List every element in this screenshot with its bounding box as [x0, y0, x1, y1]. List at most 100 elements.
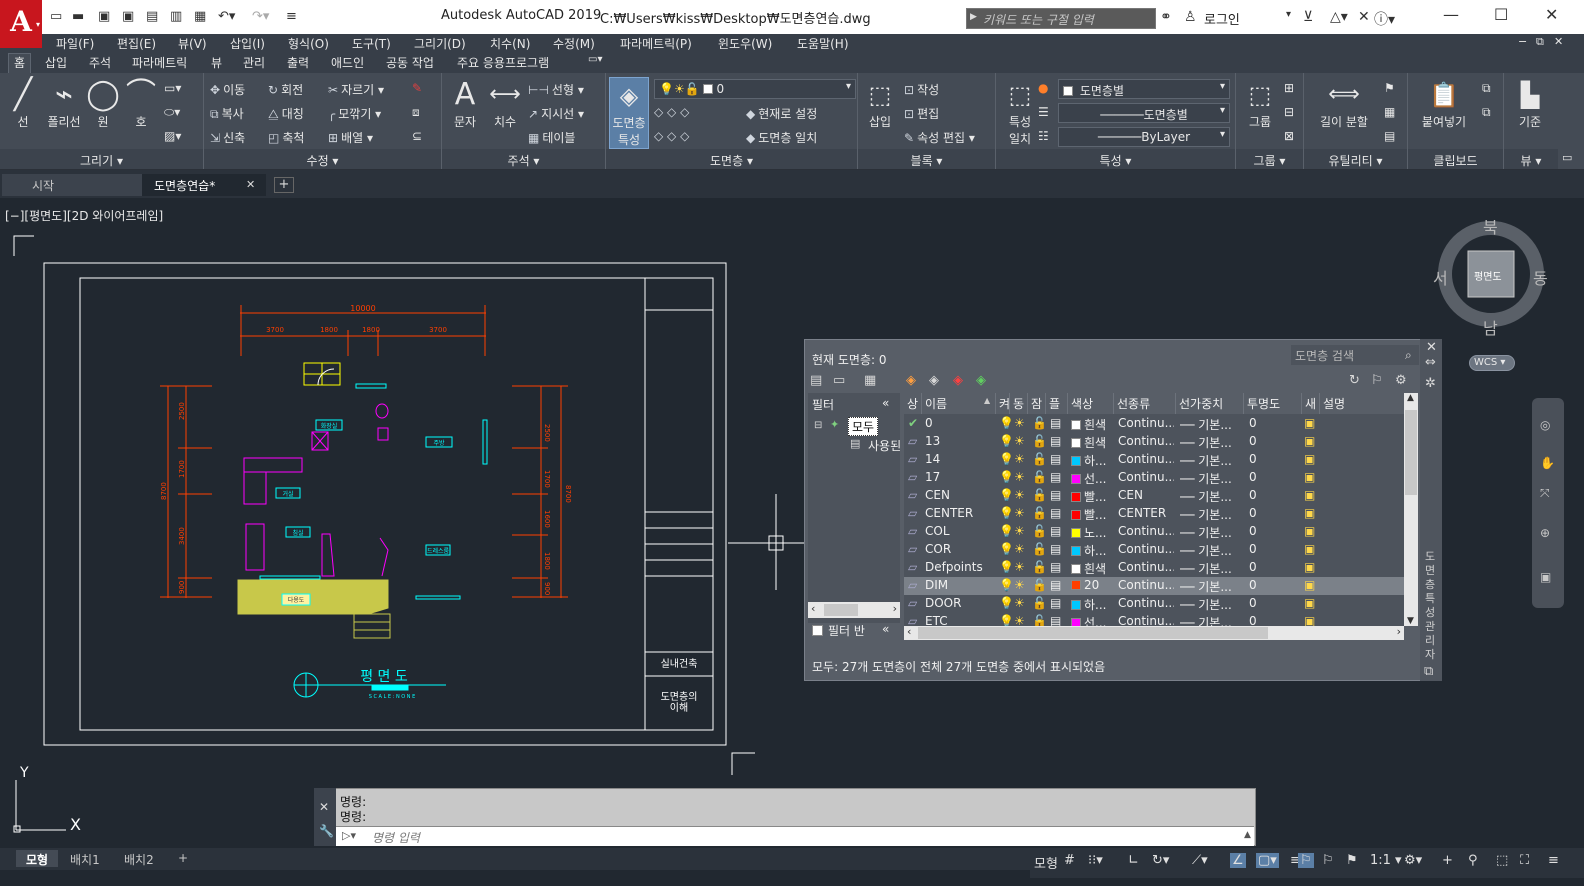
- orbit-icon[interactable]: ⊕: [1540, 526, 1550, 540]
- add-layout-button[interactable]: +: [168, 850, 198, 867]
- arc-button[interactable]: ⌒ 호: [124, 77, 158, 130]
- layer-lineweight[interactable]: ── 기본...: [1180, 524, 1242, 541]
- annotation-monitor-icon[interactable]: +: [1442, 853, 1453, 868]
- layer-linetype[interactable]: Continu...: [1118, 542, 1174, 556]
- layer-on-icon[interactable]: 💡: [999, 596, 1014, 610]
- application-menu-button[interactable]: A ▾: [0, 0, 42, 48]
- object-snap-icon[interactable]: ▢▾: [1256, 853, 1279, 868]
- tab-layout1[interactable]: 배치1: [60, 850, 110, 867]
- snap-icon[interactable]: ⁝⁝▾: [1088, 853, 1103, 868]
- layer-name[interactable]: CEN: [925, 488, 995, 502]
- layer-row[interactable]: ▱ 13 💡 ☀ 🔓 ▤ 흰색 Continu... ── 기본... 0 ▣: [904, 433, 1404, 451]
- layer-lineweight[interactable]: ── 기본...: [1180, 578, 1242, 595]
- groups-panel-title[interactable]: 그룹 ▾: [1236, 149, 1303, 169]
- layer-unlock-icon[interactable]: 🔓: [1032, 578, 1047, 592]
- layer-on-icon[interactable]: 💡: [999, 578, 1014, 592]
- command-history-toggle-icon[interactable]: ▲: [1244, 830, 1251, 840]
- layer-settings-icon[interactable]: ⚐: [1371, 373, 1383, 388]
- layer-search-input[interactable]: 도면층 검색: [1291, 345, 1419, 365]
- scroll-right-icon[interactable]: ›: [893, 602, 897, 615]
- layer-thaw-icon[interactable]: ☀: [1014, 434, 1025, 448]
- layer-unlock-icon[interactable]: 🔓: [1032, 470, 1047, 484]
- layer-color[interactable]: 노...: [1071, 524, 1113, 541]
- new-group-filter-icon[interactable]: ▭: [833, 373, 845, 388]
- layer-row[interactable]: ▱ COL 💡 ☀ 🔓 ▤ 노... Continu... ── 기본... 0 ▣: [904, 523, 1404, 541]
- close-window-icon[interactable]: ✕: [1545, 5, 1558, 24]
- layer-unlock-icon[interactable]: 🔓: [1032, 452, 1047, 466]
- tab-output[interactable]: 출력: [287, 54, 309, 71]
- measure-button[interactable]: ⟺ 길이 분할: [1312, 77, 1376, 130]
- layer-plot-icon[interactable]: ▤: [1050, 560, 1061, 574]
- layer-transparency[interactable]: 0: [1249, 434, 1257, 448]
- layer-row[interactable]: ▱ COR 💡 ☀ 🔓 ▤ 하... Continu... ── 기본... 0 ▣: [904, 541, 1404, 559]
- layer-row[interactable]: ▱ CENTER 💡 ☀ 🔓 ▤ 빨... CENTER ── 기본... 0 ▣: [904, 505, 1404, 523]
- menu-view[interactable]: 뷰(V): [178, 35, 207, 52]
- tab-view[interactable]: 뷰: [211, 54, 222, 71]
- new-vp-freeze-icon[interactable]: ▣: [1304, 524, 1315, 538]
- help-icon[interactable]: ⓘ▾: [1374, 9, 1395, 29]
- layer-transparency[interactable]: 0: [1249, 614, 1257, 626]
- layer-linetype[interactable]: Continu...: [1118, 416, 1174, 430]
- new-vp-freeze-icon[interactable]: ▣: [1304, 506, 1315, 520]
- filter-scroll-thumb[interactable]: [824, 604, 858, 616]
- steering-wheel-icon[interactable]: ◎: [1540, 418, 1550, 432]
- clipboard-panel-title[interactable]: 클립보드: [1408, 149, 1503, 169]
- search-icon[interactable]: ⌕: [1405, 348, 1412, 363]
- menu-modify[interactable]: 수정(M): [553, 35, 595, 52]
- new-vp-freeze-icon[interactable]: ▣: [1304, 416, 1315, 430]
- layer-color[interactable]: 흰색: [1071, 560, 1113, 577]
- insert-block-button[interactable]: ⬚ 삽입: [862, 77, 898, 130]
- layer-tools-row-1[interactable]: ◇ ◇ ◇: [654, 105, 692, 119]
- layer-transparency[interactable]: 0: [1249, 524, 1257, 538]
- layer-lineweight[interactable]: ── 기본...: [1180, 488, 1242, 505]
- new-vp-freeze-icon[interactable]: ▣: [1304, 452, 1315, 466]
- search-expand-icon[interactable]: ▶: [970, 12, 977, 22]
- leader-button[interactable]: ↗ 지시선 ▾: [528, 105, 584, 122]
- layer-table-hscroll-thumb[interactable]: [918, 627, 1268, 639]
- hatch-icon[interactable]: ⬭▾: [164, 105, 180, 120]
- layer-thaw-icon[interactable]: ☀: [1014, 542, 1025, 556]
- col-linetype[interactable]: 선종류: [1114, 393, 1176, 414]
- layer-transparency[interactable]: 0: [1249, 596, 1257, 610]
- tab-model[interactable]: 모형: [16, 850, 59, 867]
- layer-on-icon[interactable]: 💡: [999, 416, 1014, 430]
- quick-properties-icon[interactable]: ⬚: [1496, 853, 1508, 868]
- ortho-icon[interactable]: ∟: [1128, 853, 1139, 868]
- base-view-button[interactable]: ▙ 기준: [1508, 77, 1552, 130]
- tab-manage[interactable]: 관리: [243, 54, 265, 71]
- rotate-button[interactable]: ↻ 회전: [268, 81, 303, 98]
- layer-plot-icon[interactable]: ▤: [1050, 596, 1061, 610]
- scroll-up-icon[interactable]: ▲: [1407, 393, 1414, 403]
- layer-transparency[interactable]: 0: [1249, 542, 1257, 556]
- qat-menu-icon[interactable]: ≡: [286, 9, 297, 24]
- layers-panel-title[interactable]: 도면층 ▾: [606, 149, 857, 169]
- polar-icon[interactable]: ↻▾: [1152, 853, 1169, 868]
- layer-table-hscrollbar[interactable]: ‹ ›: [904, 625, 1404, 640]
- col-color[interactable]: 색상: [1068, 393, 1114, 414]
- select-all-icon[interactable]: ▦: [1384, 105, 1395, 119]
- layer-color[interactable]: 하...: [1071, 596, 1113, 613]
- gradient-icon[interactable]: ▨▾: [164, 129, 181, 143]
- ribbon-expand-icon[interactable]: ▭: [1562, 151, 1572, 164]
- text-button[interactable]: A 문자: [448, 77, 482, 130]
- layer-lineweight[interactable]: ── 기본...: [1180, 506, 1242, 523]
- layer-lineweight[interactable]: ── 기본...: [1180, 560, 1242, 577]
- redo-icon[interactable]: ↷▾: [252, 9, 269, 24]
- menu-dimension[interactable]: 치수(N): [490, 35, 530, 52]
- group-select-icon[interactable]: ⊠: [1284, 129, 1294, 143]
- layer-plot-icon[interactable]: ▤: [1050, 488, 1061, 502]
- viewcube[interactable]: 북 남 서 동 평면도: [1433, 218, 1548, 338]
- new-vp-freeze-icon[interactable]: ▣: [1304, 488, 1315, 502]
- invert-filter-checkbox[interactable]: [812, 625, 823, 636]
- rectangle-icon[interactable]: ▭▾: [164, 81, 181, 95]
- layer-unlock-icon[interactable]: 🔓: [1032, 506, 1047, 520]
- menu-draw[interactable]: 그리기(D): [414, 35, 466, 52]
- layer-row[interactable]: ▱ Defpoints 💡 ☀ 🔓 ▤ 흰색 Continu... ── 기본... 0 ▣: [904, 559, 1404, 577]
- maximize-icon[interactable]: ☐: [1494, 5, 1508, 24]
- plot-icon[interactable]: ▦: [194, 9, 206, 24]
- palette-close-icon[interactable]: ✕: [1426, 340, 1437, 355]
- layer-unlock-icon[interactable]: 🔓: [1032, 542, 1047, 556]
- search-input[interactable]: 키워드 또는 구절 입력: [966, 8, 1156, 29]
- save-as-icon[interactable]: ▣: [122, 9, 134, 24]
- layer-transparency[interactable]: 0: [1249, 452, 1257, 466]
